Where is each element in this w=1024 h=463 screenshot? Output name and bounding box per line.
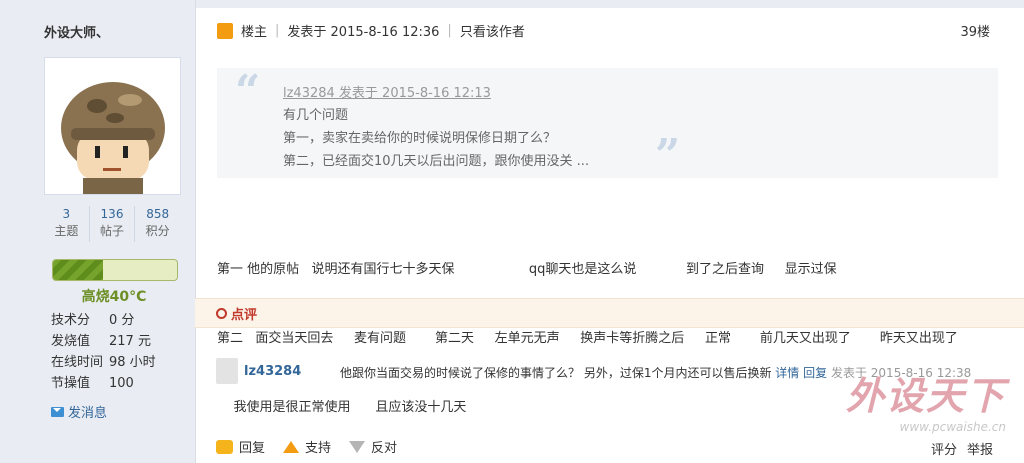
commenter-avatar[interactable] [216,358,238,384]
comment-section-title: 点评 [216,304,257,323]
post-role: 楼主 [241,25,268,40]
info-value: 217 元 [109,334,151,349]
info-row: 技术分 0 分 [51,310,191,331]
author-stats: 3 主题 136 帖子 858 积分 [44,206,180,242]
quote-line: 有几个问题 [283,108,349,123]
heat-progress-fill [53,260,103,280]
soldier-avatar-image [45,58,180,194]
quote-header-link[interactable]: lz43284 发表于 2015-8-16 12:13 [283,82,491,101]
stat-threads-label: 主题 [54,224,79,238]
top-border [195,0,1024,8]
stat-posts-label: 帖子 [100,224,125,238]
only-author-link[interactable]: 只看该作者 [460,21,525,40]
post-header: 楼主 | 发表于 2015-8-16 12:36 | 只看该作者 [217,21,525,40]
stat-points-value: 858 [146,207,170,221]
comment-section-bar [195,298,1024,328]
info-row: 在线时间 98 小时 [51,352,191,373]
post-side-actions: 评分 举报 [931,439,993,458]
separator: | [275,23,280,38]
info-value: 100 [109,376,134,391]
stat-posts[interactable]: 136 帖子 [88,206,135,242]
comment-reply-link[interactable]: 回复 [803,366,827,380]
info-key: 节操值 [51,376,91,391]
reply-button[interactable]: 回复 [216,437,265,456]
author-sidebar: 外设大师、 3 主题 136 帖子 858 积分 高烧40°C 技术分 0 分 … [0,0,196,463]
report-button[interactable]: 举报 [967,439,993,458]
circle-icon [216,308,227,319]
info-row: 发烧值 217 元 [51,331,191,352]
separator: | [447,23,452,38]
oppose-label: 反对 [371,441,398,456]
speech-bubble-icon [216,439,233,454]
author-info-list: 技术分 0 分 发烧值 217 元 在线时间 98 小时 节操值 100 [51,310,191,394]
post-actions: 回复 支持 反对 [216,437,407,456]
stat-threads-value: 3 [62,207,71,221]
stat-points-label: 积分 [145,224,170,238]
oppose-button[interactable]: 反对 [349,437,397,456]
watermark-title: 外设天下 [845,374,1006,418]
post-body-line: 第二 面交当天回去 麦有问题 第二天 左单元无声 换声卡等折腾之后 正常 前几天… [217,331,958,346]
envelope-icon [51,406,64,417]
arrow-down-icon [349,440,366,453]
author-name[interactable]: 外设大师、 [44,22,109,41]
comment-detail-link[interactable]: 详情 [775,366,799,380]
info-value: 98 小时 [109,355,156,370]
heat-progress-bar [52,259,178,281]
quote-line: 第一，卖家在卖给你的时候说明保修日期了么？ [283,131,557,146]
info-value: 0 分 [109,313,135,328]
comment-section-label: 点评 [231,308,258,323]
send-message-link[interactable]: 发消息 [51,402,107,421]
avatar[interactable] [44,57,181,195]
send-message-label: 发消息 [68,406,108,421]
reply-label: 回复 [239,441,266,456]
user-role-icon [217,22,233,39]
comment-text: 他跟你当面交易的时候说了保修的事情了么？ 另外，过保1个月内还可以售后换新 [340,366,772,380]
info-key: 技术分 [51,313,91,328]
support-label: 支持 [305,441,332,456]
stat-posts-value: 136 [100,207,124,221]
quote-block: “ lz43284 发表于 2015-8-16 12:13 有几个问题 第一，卖… [217,66,998,181]
rate-button[interactable]: 评分 [931,439,957,458]
post-time: 发表于 2015-8-16 12:36 [287,25,440,40]
watermark-url: www.pcwaishe.cn [899,420,1006,434]
post-body-line: 第一 他的原帖 说明还有国行七十多天保 qq聊天也是这么说 到了之后查询 显示过… [217,262,837,277]
info-key: 发烧值 [51,334,91,349]
commenter-name[interactable]: lz43284 [244,364,301,379]
arrow-up-icon [283,440,300,453]
info-key: 在线时间 [51,355,104,370]
info-row: 节操值 100 [51,373,191,394]
stat-points[interactable]: 858 积分 [134,206,180,242]
floor-number[interactable]: 39楼 [960,21,990,40]
open-quote-icon: “ [235,66,261,117]
stat-threads[interactable]: 3 主题 [44,206,89,242]
heat-level-text: 高烧40°C [81,289,147,305]
quote-line: 第二，已经面交10几天以后出问题，跟你使用没关 ... [283,154,590,169]
support-button[interactable]: 支持 [283,437,331,456]
close-quote-icon: ” [655,130,681,181]
site-watermark: 外设天下 www.pcwaishe.cn [846,365,1006,434]
